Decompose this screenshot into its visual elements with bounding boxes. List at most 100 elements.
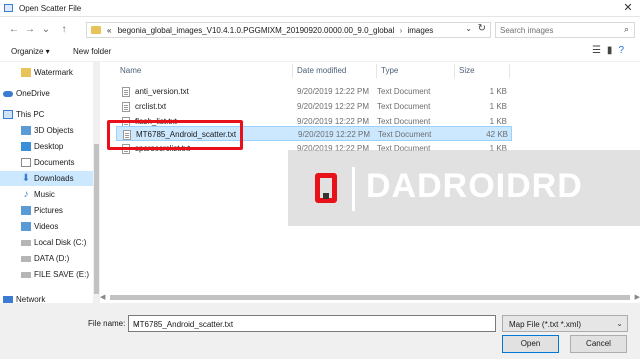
app-icon <box>4 4 13 12</box>
up-arrow-icon[interactable]: ↑ <box>58 23 70 37</box>
sidebar-item-downloads[interactable]: ⬇ Downloads <box>0 171 100 186</box>
breadcrumb-item[interactable]: begonia_global_images_V10.4.1.0.PGGMIXM_… <box>118 26 395 35</box>
sidebar-scrollbar[interactable] <box>93 62 100 311</box>
file-type-filter[interactable]: Map File (*.txt *.xml) ⌄ <box>502 315 628 332</box>
file-name: crclist.txt <box>135 102 167 111</box>
column-divider[interactable] <box>376 64 377 78</box>
sidebar-item-label: Music <box>34 190 55 199</box>
cloud-icon <box>3 91 13 97</box>
sidebar-item-label: Videos <box>34 222 59 231</box>
refresh-icon[interactable]: ↻ <box>478 23 486 34</box>
recent-locations-icon[interactable]: ⌄ <box>40 23 52 37</box>
file-date: 9/20/2019 12:22 PM <box>298 130 371 139</box>
address-bar[interactable]: « begonia_global_images_V10.4.1.0.PGGMIX… <box>86 22 491 38</box>
file-name-input[interactable]: MT6785_Android_scatter.txt ⌄ <box>128 315 496 332</box>
breadcrumb-item[interactable]: images <box>407 26 433 35</box>
file-type-filter-value: Map File (*.txt *.xml) <box>509 320 582 329</box>
sidebar-item-label: OneDrive <box>16 89 50 98</box>
watermark-divider <box>352 167 355 211</box>
watermark-logo-icon <box>315 173 337 203</box>
sidebar-item-file-save-e[interactable]: FILE SAVE (E:) <box>0 267 100 282</box>
file-type: Text Document <box>378 130 432 139</box>
sidebar-item-label: Documents <box>34 158 75 167</box>
sidebar-item-label: Watermark <box>34 68 73 77</box>
folder-icon <box>21 68 31 77</box>
column-divider[interactable] <box>509 64 510 78</box>
sidebar-item-label: Local Disk (C:) <box>34 238 87 247</box>
horizontal-scrollbar[interactable]: ◀ ▶ <box>98 293 640 302</box>
organize-button[interactable]: Organize ▾ <box>11 47 50 56</box>
desktop-icon <box>21 142 31 151</box>
help-icon[interactable]: ? <box>618 45 630 56</box>
close-icon[interactable]: ✕ <box>620 1 636 15</box>
highlight-annotation-box <box>107 120 243 150</box>
file-row[interactable]: crclist.txt 9/20/2019 12:22 PM Text Docu… <box>116 99 512 114</box>
chevron-down-icon[interactable]: ⌄ <box>616 319 623 328</box>
file-row[interactable]: anti_version.txt 9/20/2019 12:22 PM Text… <box>116 84 512 99</box>
open-button[interactable]: Open <box>502 335 559 353</box>
scroll-left-icon[interactable]: ◀ <box>100 293 105 301</box>
pictures-icon <box>21 206 31 215</box>
file-name-label: File name: <box>88 319 126 328</box>
sidebar-item-label: Desktop <box>34 142 64 151</box>
chevron-down-icon[interactable]: ⌄ <box>133 319 491 328</box>
horizontal-scrollbar-thumb[interactable] <box>110 295 630 300</box>
sidebar-item-desktop[interactable]: Desktop <box>0 139 100 154</box>
sidebar-item-label: 3D Objects <box>34 126 74 135</box>
address-row: ← → ⌄ ↑ « begonia_global_images_V10.4.1.… <box>0 19 640 41</box>
file-date: 9/20/2019 12:22 PM <box>297 102 370 111</box>
sidebar-item-label: FILE SAVE (E:) <box>34 270 89 279</box>
computer-icon <box>3 110 13 119</box>
search-box[interactable]: ⌕ <box>495 22 635 38</box>
sidebar-item-data-d[interactable]: DATA (D:) <box>0 251 100 266</box>
network-icon <box>3 296 13 303</box>
file-name: anti_version.txt <box>135 87 189 96</box>
sidebar-item-music[interactable]: ♪ Music <box>0 187 100 202</box>
cancel-button[interactable]: Cancel <box>570 335 627 353</box>
sidebar-item-label: Downloads <box>34 174 74 183</box>
file-type: Text Document <box>377 87 431 96</box>
sidebar-item-this-pc[interactable]: This PC <box>0 107 100 122</box>
dialog-footer: File name: MT6785_Android_scatter.txt ⌄ … <box>0 303 640 359</box>
text-file-icon <box>122 102 130 112</box>
drive-icon <box>21 256 31 262</box>
watermark-overlay: DADROIDRD <box>288 150 640 226</box>
sidebar-item-onedrive[interactable]: OneDrive <box>0 86 100 101</box>
title-bar: Open Scatter File ✕ <box>0 0 640 17</box>
new-folder-button[interactable]: New folder <box>73 47 111 56</box>
column-divider[interactable] <box>292 64 293 78</box>
search-icon: ⌕ <box>623 24 629 34</box>
window-title: Open Scatter File <box>19 4 82 13</box>
preview-pane-icon[interactable]: ▮ <box>607 45 619 56</box>
file-size: 1 KB <box>489 87 507 96</box>
breadcrumb-overflow[interactable]: « <box>107 26 111 35</box>
forward-arrow-icon[interactable]: → <box>24 23 36 37</box>
sidebar-item-3d-objects[interactable]: 3D Objects <box>0 123 100 138</box>
back-arrow-icon[interactable]: ← <box>8 23 20 37</box>
watermark-text: DADROIDRD <box>366 167 583 205</box>
view-options-icon[interactable]: ☰ <box>592 45 607 56</box>
file-size: 42 KB <box>486 130 508 139</box>
sidebar-item-watermark[interactable]: Watermark <box>0 65 100 80</box>
breadcrumb: « begonia_global_images_V10.4.1.0.PGGMIX… <box>107 26 433 35</box>
file-type: Text Document <box>377 102 431 111</box>
column-header-size[interactable]: Size <box>459 66 475 75</box>
command-bar: Organize ▾ New folder ☰▮? <box>0 42 640 62</box>
search-input[interactable] <box>500 25 610 36</box>
column-header-name[interactable]: Name <box>120 66 141 75</box>
sidebar-scrollbar-thumb[interactable] <box>94 144 99 294</box>
sidebar-item-local-disk-c[interactable]: Local Disk (C:) <box>0 235 100 250</box>
chevron-down-icon[interactable]: ⌄ <box>465 24 472 33</box>
sidebar-item-videos[interactable]: Videos <box>0 219 100 234</box>
scroll-right-icon[interactable]: ▶ <box>635 293 640 301</box>
sidebar-item-label: Pictures <box>34 206 63 215</box>
folder-icon <box>91 26 101 34</box>
column-divider[interactable] <box>454 64 455 78</box>
file-size: 1 KB <box>489 102 507 111</box>
column-header-date[interactable]: Date modified <box>297 66 346 75</box>
sidebar-item-documents[interactable]: Documents <box>0 155 100 170</box>
videos-icon <box>21 222 31 231</box>
column-header-type[interactable]: Type <box>381 66 398 75</box>
sidebar-item-pictures[interactable]: Pictures <box>0 203 100 218</box>
drive-icon <box>21 272 31 278</box>
